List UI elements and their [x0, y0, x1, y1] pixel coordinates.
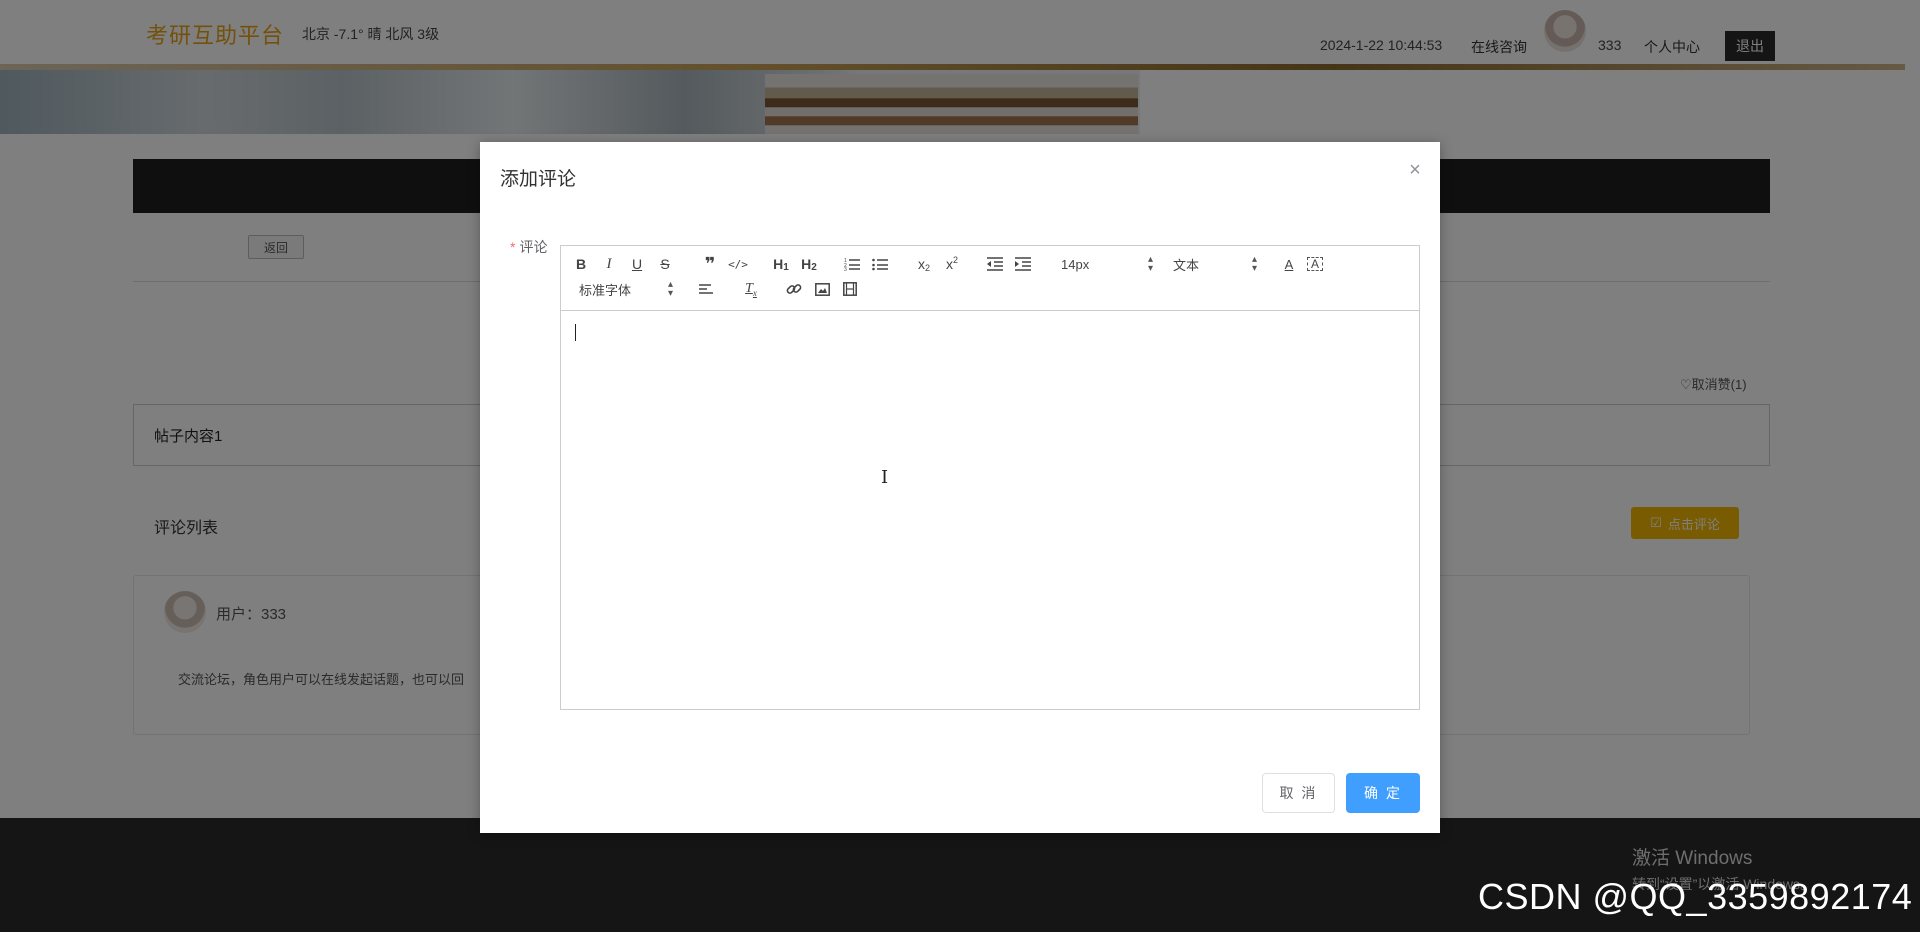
link-icon[interactable]: [785, 278, 803, 300]
comment-editor[interactable]: I: [560, 310, 1420, 710]
comment-label-text: 评论: [519, 239, 548, 255]
editor-toolbar: B I U S ❞ </> H1 H2 123 x2 x2 14px ▴ ▾ 文本 ▴…: [560, 245, 1420, 311]
confirm-button[interactable]: 确 定: [1346, 773, 1420, 813]
font-family-select[interactable]: 标准字体 ▴ ▾: [579, 278, 673, 300]
font-size-value: 14px: [1061, 256, 1090, 272]
ibeam-cursor-icon: I: [881, 467, 889, 488]
comment-field-label: * 评论: [510, 237, 547, 257]
align-icon[interactable]: [697, 278, 715, 300]
code-icon[interactable]: </>: [728, 253, 748, 275]
italic-icon[interactable]: I: [601, 253, 617, 275]
underline-icon[interactable]: U: [629, 253, 645, 275]
ordered-list-icon[interactable]: 123: [843, 253, 861, 275]
strike-icon[interactable]: S: [657, 253, 673, 275]
heading-value: 文本: [1173, 257, 1200, 273]
dialog-title: 添加评论: [500, 169, 577, 190]
background-color-icon[interactable]: A: [1307, 257, 1323, 271]
h1-icon[interactable]: H1: [771, 253, 791, 275]
superscript-icon[interactable]: x2: [943, 253, 961, 275]
bold-icon[interactable]: B: [573, 253, 589, 275]
text-cursor: [575, 324, 576, 341]
heading-select[interactable]: 文本 ▴ ▾: [1173, 253, 1257, 275]
blockquote-icon[interactable]: ❞: [701, 253, 719, 275]
svg-text:3: 3: [844, 267, 847, 271]
subscript-icon[interactable]: x2: [915, 253, 933, 275]
indent-icon[interactable]: [1014, 253, 1032, 275]
h2-icon[interactable]: H2: [799, 253, 819, 275]
add-comment-dialog: 添加评论 × * 评论 B I U S ❞ </> H1 H2 123 x2 x2…: [480, 142, 1440, 833]
video-icon[interactable]: [841, 278, 859, 300]
bullet-list-icon[interactable]: [871, 253, 889, 275]
close-icon[interactable]: ×: [1404, 159, 1426, 181]
csdn-watermark: CSDN @QQ_3359892174: [1478, 876, 1913, 917]
font-color-icon[interactable]: A: [1281, 253, 1297, 275]
font-size-select[interactable]: 14px ▴ ▾: [1061, 253, 1153, 275]
image-icon[interactable]: [813, 278, 831, 300]
outdent-icon[interactable]: [986, 253, 1004, 275]
required-mark: *: [510, 239, 516, 255]
font-family-value: 标准字体: [579, 282, 632, 298]
cancel-button[interactable]: 取 消: [1262, 773, 1335, 813]
clear-format-icon[interactable]: Tx: [741, 278, 761, 300]
